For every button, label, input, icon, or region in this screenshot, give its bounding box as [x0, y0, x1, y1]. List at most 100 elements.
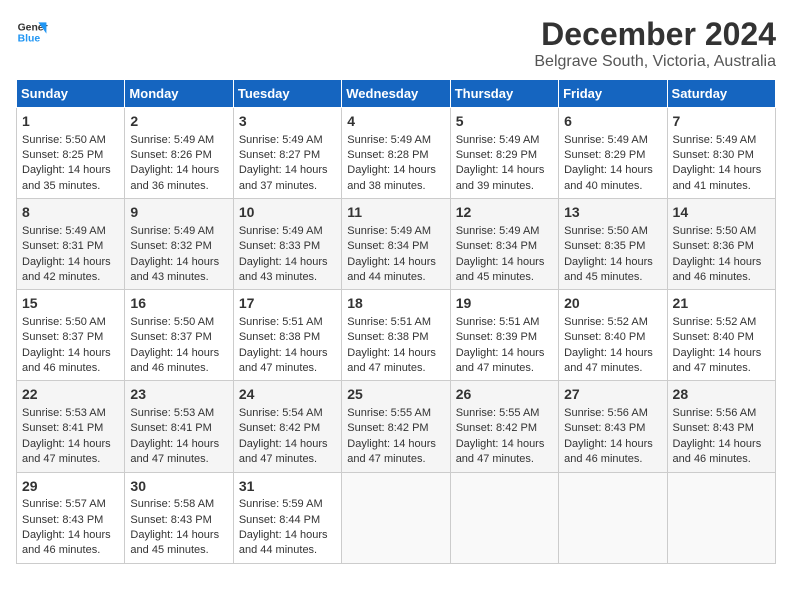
- cell-info: Daylight: 14 hours and 43 minutes.: [130, 255, 227, 286]
- day-number: 10: [239, 203, 336, 223]
- cell-info: Sunrise: 5:49 AM: [22, 224, 119, 239]
- cell-info: Sunset: 8:37 PM: [130, 330, 227, 345]
- calendar-cell: 9Sunrise: 5:49 AMSunset: 8:32 PMDaylight…: [125, 199, 233, 290]
- calendar-cell: 11Sunrise: 5:49 AMSunset: 8:34 PMDayligh…: [342, 199, 450, 290]
- day-number: 9: [130, 203, 227, 223]
- day-header-sunday: Sunday: [17, 80, 125, 108]
- day-number: 3: [239, 112, 336, 132]
- logo: General Blue: [16, 16, 48, 48]
- cell-info: Daylight: 14 hours and 47 minutes.: [347, 437, 444, 468]
- cell-info: Sunset: 8:34 PM: [347, 239, 444, 254]
- cell-info: Daylight: 14 hours and 47 minutes.: [673, 346, 770, 377]
- day-number: 25: [347, 385, 444, 405]
- cell-info: Sunrise: 5:56 AM: [673, 406, 770, 421]
- cell-info: Daylight: 14 hours and 47 minutes.: [239, 437, 336, 468]
- cell-info: Daylight: 14 hours and 47 minutes.: [456, 437, 553, 468]
- cell-info: Sunset: 8:25 PM: [22, 148, 119, 163]
- cell-info: Daylight: 14 hours and 36 minutes.: [130, 163, 227, 194]
- day-number: 30: [130, 477, 227, 497]
- day-number: 1: [22, 112, 119, 132]
- cell-info: Sunset: 8:42 PM: [347, 421, 444, 436]
- day-number: 14: [673, 203, 770, 223]
- cell-info: Sunset: 8:43 PM: [22, 513, 119, 528]
- cell-info: Daylight: 14 hours and 42 minutes.: [22, 255, 119, 286]
- calendar-cell: 26Sunrise: 5:55 AMSunset: 8:42 PMDayligh…: [450, 381, 558, 472]
- cell-info: Sunrise: 5:59 AM: [239, 497, 336, 512]
- cell-info: Sunrise: 5:51 AM: [239, 315, 336, 330]
- cell-info: Sunset: 8:38 PM: [347, 330, 444, 345]
- calendar-cell: 2Sunrise: 5:49 AMSunset: 8:26 PMDaylight…: [125, 108, 233, 199]
- cell-info: Sunrise: 5:50 AM: [130, 315, 227, 330]
- cell-info: Sunset: 8:41 PM: [130, 421, 227, 436]
- cell-info: Sunrise: 5:49 AM: [456, 224, 553, 239]
- day-number: 2: [130, 112, 227, 132]
- day-number: 29: [22, 477, 119, 497]
- day-number: 15: [22, 294, 119, 314]
- cell-info: Sunrise: 5:50 AM: [22, 133, 119, 148]
- cell-info: Daylight: 14 hours and 46 minutes.: [22, 528, 119, 559]
- cell-info: Sunrise: 5:50 AM: [22, 315, 119, 330]
- cell-info: Sunset: 8:43 PM: [564, 421, 661, 436]
- day-header-wednesday: Wednesday: [342, 80, 450, 108]
- calendar-cell: 29Sunrise: 5:57 AMSunset: 8:43 PMDayligh…: [17, 472, 125, 563]
- calendar-cell: 12Sunrise: 5:49 AMSunset: 8:34 PMDayligh…: [450, 199, 558, 290]
- cell-info: Sunrise: 5:55 AM: [456, 406, 553, 421]
- cell-info: Daylight: 14 hours and 45 minutes.: [456, 255, 553, 286]
- page-header: General Blue December 2024 Belgrave Sout…: [16, 16, 776, 71]
- cell-info: Daylight: 14 hours and 44 minutes.: [347, 255, 444, 286]
- cell-info: Sunset: 8:37 PM: [22, 330, 119, 345]
- cell-info: Daylight: 14 hours and 47 minutes.: [456, 346, 553, 377]
- svg-text:Blue: Blue: [18, 34, 41, 45]
- day-number: 19: [456, 294, 553, 314]
- calendar-cell: 6Sunrise: 5:49 AMSunset: 8:29 PMDaylight…: [559, 108, 667, 199]
- day-number: 4: [347, 112, 444, 132]
- cell-info: Sunset: 8:33 PM: [239, 239, 336, 254]
- day-number: 26: [456, 385, 553, 405]
- cell-info: Sunrise: 5:51 AM: [456, 315, 553, 330]
- calendar-cell: 27Sunrise: 5:56 AMSunset: 8:43 PMDayligh…: [559, 381, 667, 472]
- calendar-week-2: 8Sunrise: 5:49 AMSunset: 8:31 PMDaylight…: [17, 199, 776, 290]
- cell-info: Sunrise: 5:49 AM: [564, 133, 661, 148]
- cell-info: Sunset: 8:43 PM: [130, 513, 227, 528]
- cell-info: Daylight: 14 hours and 39 minutes.: [456, 163, 553, 194]
- calendar-cell: 14Sunrise: 5:50 AMSunset: 8:36 PMDayligh…: [667, 199, 775, 290]
- day-number: 17: [239, 294, 336, 314]
- cell-info: Sunset: 8:29 PM: [564, 148, 661, 163]
- cell-info: Sunset: 8:29 PM: [456, 148, 553, 163]
- day-header-friday: Friday: [559, 80, 667, 108]
- calendar-cell: 17Sunrise: 5:51 AMSunset: 8:38 PMDayligh…: [233, 290, 341, 381]
- calendar-cell: 1Sunrise: 5:50 AMSunset: 8:25 PMDaylight…: [17, 108, 125, 199]
- cell-info: Daylight: 14 hours and 46 minutes.: [673, 255, 770, 286]
- day-number: 23: [130, 385, 227, 405]
- calendar-cell: 24Sunrise: 5:54 AMSunset: 8:42 PMDayligh…: [233, 381, 341, 472]
- calendar-cell: 19Sunrise: 5:51 AMSunset: 8:39 PMDayligh…: [450, 290, 558, 381]
- cell-info: Sunset: 8:42 PM: [239, 421, 336, 436]
- day-number: 24: [239, 385, 336, 405]
- cell-info: Sunrise: 5:49 AM: [673, 133, 770, 148]
- cell-info: Sunset: 8:40 PM: [673, 330, 770, 345]
- calendar-cell: 7Sunrise: 5:49 AMSunset: 8:30 PMDaylight…: [667, 108, 775, 199]
- calendar-cell: 28Sunrise: 5:56 AMSunset: 8:43 PMDayligh…: [667, 381, 775, 472]
- day-number: 16: [130, 294, 227, 314]
- cell-info: Sunrise: 5:54 AM: [239, 406, 336, 421]
- cell-info: Sunrise: 5:49 AM: [347, 133, 444, 148]
- calendar-cell: 20Sunrise: 5:52 AMSunset: 8:40 PMDayligh…: [559, 290, 667, 381]
- cell-info: Sunrise: 5:53 AM: [130, 406, 227, 421]
- cell-info: Sunrise: 5:51 AM: [347, 315, 444, 330]
- cell-info: Daylight: 14 hours and 46 minutes.: [22, 346, 119, 377]
- cell-info: Sunrise: 5:52 AM: [673, 315, 770, 330]
- day-header-saturday: Saturday: [667, 80, 775, 108]
- cell-info: Sunset: 8:28 PM: [347, 148, 444, 163]
- calendar-cell: 4Sunrise: 5:49 AMSunset: 8:28 PMDaylight…: [342, 108, 450, 199]
- day-header-tuesday: Tuesday: [233, 80, 341, 108]
- cell-info: Sunset: 8:40 PM: [564, 330, 661, 345]
- day-number: 27: [564, 385, 661, 405]
- day-number: 11: [347, 203, 444, 223]
- cell-info: Sunset: 8:38 PM: [239, 330, 336, 345]
- calendar-cell: 18Sunrise: 5:51 AMSunset: 8:38 PMDayligh…: [342, 290, 450, 381]
- cell-info: Sunset: 8:27 PM: [239, 148, 336, 163]
- cell-info: Sunrise: 5:49 AM: [347, 224, 444, 239]
- cell-info: Sunset: 8:30 PM: [673, 148, 770, 163]
- calendar-cell: 30Sunrise: 5:58 AMSunset: 8:43 PMDayligh…: [125, 472, 233, 563]
- calendar-header-row: SundayMondayTuesdayWednesdayThursdayFrid…: [17, 80, 776, 108]
